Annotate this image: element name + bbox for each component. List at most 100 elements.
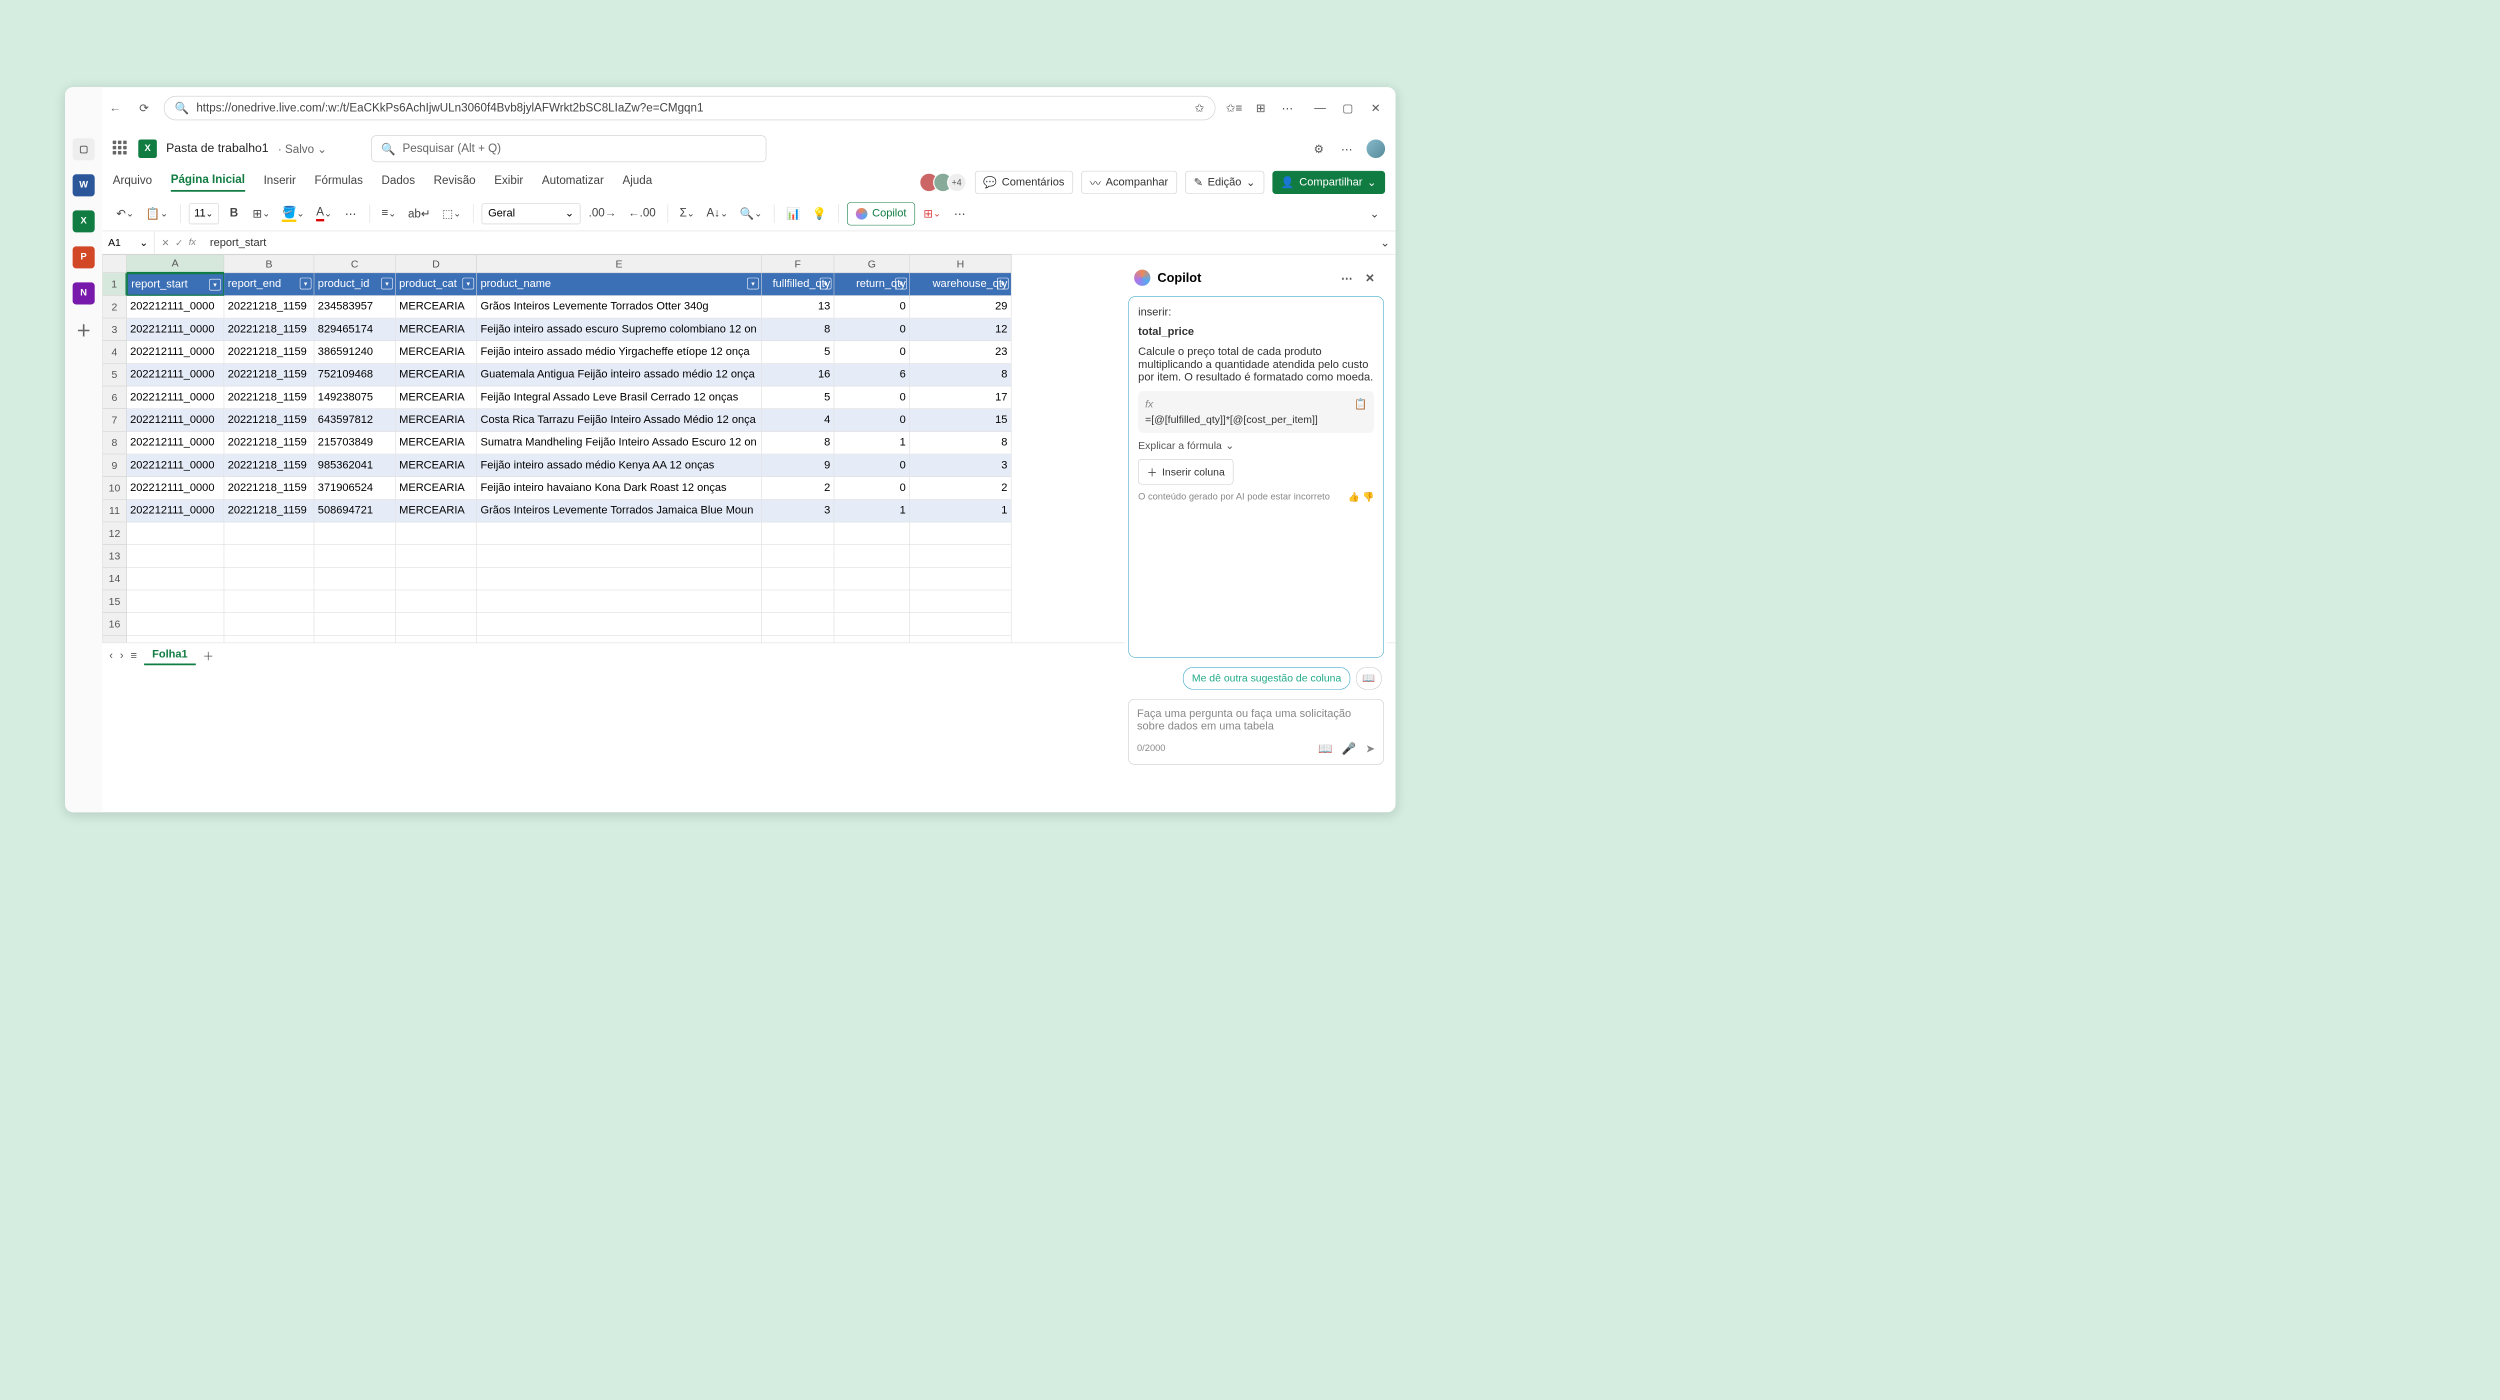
table-cell[interactable]: 0	[834, 386, 910, 409]
filter-icon[interactable]: ▾	[820, 278, 832, 290]
table-cell[interactable]	[127, 590, 225, 613]
copilot-close-icon[interactable]: ✕	[1362, 270, 1378, 286]
table-cell[interactable]: Grãos Inteiros Levemente Torrados Jamaic…	[477, 500, 762, 523]
table-cell[interactable]: MERCEARIA	[396, 500, 477, 523]
table-cell[interactable]: 4	[762, 409, 835, 432]
analyze-data-button[interactable]: 📊	[783, 203, 804, 224]
table-cell[interactable]	[477, 636, 762, 643]
table-cell[interactable]: 16	[762, 364, 835, 387]
table-cell[interactable]	[910, 522, 1012, 545]
table-cell[interactable]: 20221218_1159	[224, 318, 314, 341]
number-format-select[interactable]: Geral⌄	[482, 203, 581, 224]
table-cell[interactable]	[477, 522, 762, 545]
table-cell[interactable]	[396, 568, 477, 591]
table-cell[interactable]: 20221218_1159	[224, 500, 314, 523]
table-cell[interactable]	[762, 636, 835, 643]
table-cell[interactable]	[910, 636, 1012, 643]
thumbs-up-icon[interactable]: 👍	[1348, 493, 1360, 503]
table-cell[interactable]	[834, 636, 910, 643]
table-cell[interactable]: MERCEARIA	[396, 477, 477, 500]
table-cell[interactable]: 0	[834, 477, 910, 500]
table-cell[interactable]: 202212111_0000	[127, 341, 225, 364]
table-cell[interactable]: 752109468	[314, 364, 395, 387]
table-cell[interactable]	[834, 568, 910, 591]
row-header[interactable]: 12	[102, 522, 126, 545]
comments-button[interactable]: 💬Comentários	[975, 171, 1073, 194]
table-cell[interactable]: 829465174	[314, 318, 395, 341]
book-icon[interactable]: 📖	[1318, 741, 1332, 756]
collections-icon[interactable]: ⊞	[1253, 100, 1269, 116]
table-cell[interactable]: Feijão inteiro havaiano Kona Dark Roast …	[477, 477, 762, 500]
table-cell[interactable]	[762, 522, 835, 545]
table-cell[interactable]: 2	[910, 477, 1012, 500]
borders-button[interactable]: ⊞⌄	[249, 203, 274, 224]
table-cell[interactable]	[224, 590, 314, 613]
select-all-corner[interactable]	[102, 254, 126, 273]
table-cell[interactable]: Guatemala Antigua Feijão inteiro assado …	[477, 364, 762, 387]
powerpoint-icon[interactable]: P	[73, 246, 95, 268]
table-cell[interactable]	[396, 545, 477, 568]
table-cell[interactable]: 20221218_1159	[224, 296, 314, 319]
decrease-decimal-button[interactable]: ←.00	[625, 203, 660, 224]
table-cell[interactable]: 20221218_1159	[224, 432, 314, 455]
table-cell[interactable]	[314, 590, 395, 613]
star-icon[interactable]: ✩	[1195, 101, 1205, 116]
formula-bar[interactable]: report_start	[203, 236, 1375, 249]
table-cell[interactable]: 13	[762, 296, 835, 319]
table-cell[interactable]	[224, 568, 314, 591]
table-cell[interactable]: MERCEARIA	[396, 341, 477, 364]
table-cell[interactable]: 5	[762, 341, 835, 364]
table-cell[interactable]: Feijão inteiro assado escuro Supremo col…	[477, 318, 762, 341]
align-button[interactable]: ≡⌄	[378, 203, 400, 224]
ribbon-tab[interactable]: Ajuda	[622, 174, 652, 191]
send-icon[interactable]: ➤	[1365, 741, 1375, 756]
back-button[interactable]: ←	[106, 99, 125, 118]
suggestion-book-icon[interactable]: 📖	[1356, 667, 1382, 690]
ribbon-tab[interactable]: Inserir	[264, 174, 296, 191]
table-cell[interactable]: MERCEARIA	[396, 454, 477, 477]
table-cell[interactable]: 17	[910, 386, 1012, 409]
ribbon-tab[interactable]: Exibir	[494, 174, 523, 191]
all-sheets-button[interactable]: ≡	[131, 649, 137, 662]
table-cell[interactable]: 8	[762, 432, 835, 455]
table-cell[interactable]: 20221218_1159	[224, 364, 314, 387]
table-header-cell[interactable]: product_id▾	[314, 273, 395, 296]
table-cell[interactable]: 20221218_1159	[224, 386, 314, 409]
table-cell[interactable]	[834, 590, 910, 613]
table-cell[interactable]: 1	[834, 432, 910, 455]
insert-column-button[interactable]: ＋Inserir coluna	[1138, 459, 1233, 485]
table-header-cell[interactable]: report_end▾	[224, 273, 314, 296]
table-cell[interactable]: 0	[834, 296, 910, 319]
table-cell[interactable]	[224, 545, 314, 568]
accept-formula-icon[interactable]: ✓	[175, 237, 183, 249]
ideas-button[interactable]: 💡	[809, 203, 830, 224]
table-cell[interactable]	[127, 613, 225, 636]
table-cell[interactable]: 15	[910, 409, 1012, 432]
table-cell[interactable]	[477, 613, 762, 636]
paste-button[interactable]: 📋⌄	[142, 203, 172, 224]
table-cell[interactable]	[314, 613, 395, 636]
table-cell[interactable]: 202212111_0000	[127, 500, 225, 523]
fx-icon[interactable]: fx	[189, 237, 196, 247]
font-size-input[interactable]: 11 ⌄	[189, 203, 219, 224]
table-cell[interactable]: 1	[834, 500, 910, 523]
another-suggestion-button[interactable]: Me dê outra sugestão de coluna	[1183, 667, 1350, 690]
table-cell[interactable]: Sumatra Mandheling Feijão Inteiro Assado…	[477, 432, 762, 455]
table-header-cell[interactable]: product_cat▾	[396, 273, 477, 296]
more-icon[interactable]: ⋯	[1279, 100, 1295, 116]
more-icon[interactable]: ⋯	[1339, 141, 1355, 157]
row-header[interactable]: 8	[102, 432, 126, 455]
table-cell[interactable]	[910, 613, 1012, 636]
cells-format-button[interactable]: ⊞⌄	[920, 203, 945, 224]
sheet-tab[interactable]: Folha1	[144, 646, 196, 665]
table-cell[interactable]: 5	[762, 386, 835, 409]
favorites-icon[interactable]: ✩≡	[1226, 100, 1242, 116]
table-cell[interactable]: 1	[910, 500, 1012, 523]
ribbon-tab[interactable]: Arquivo	[113, 174, 152, 191]
table-cell[interactable]: 9	[762, 454, 835, 477]
table-cell[interactable]: 386591240	[314, 341, 395, 364]
table-cell[interactable]	[314, 636, 395, 643]
minimize-button[interactable]: —	[1312, 100, 1328, 116]
merge-button[interactable]: ⬚⌄	[439, 203, 465, 224]
table-cell[interactable]: MERCEARIA	[396, 296, 477, 319]
